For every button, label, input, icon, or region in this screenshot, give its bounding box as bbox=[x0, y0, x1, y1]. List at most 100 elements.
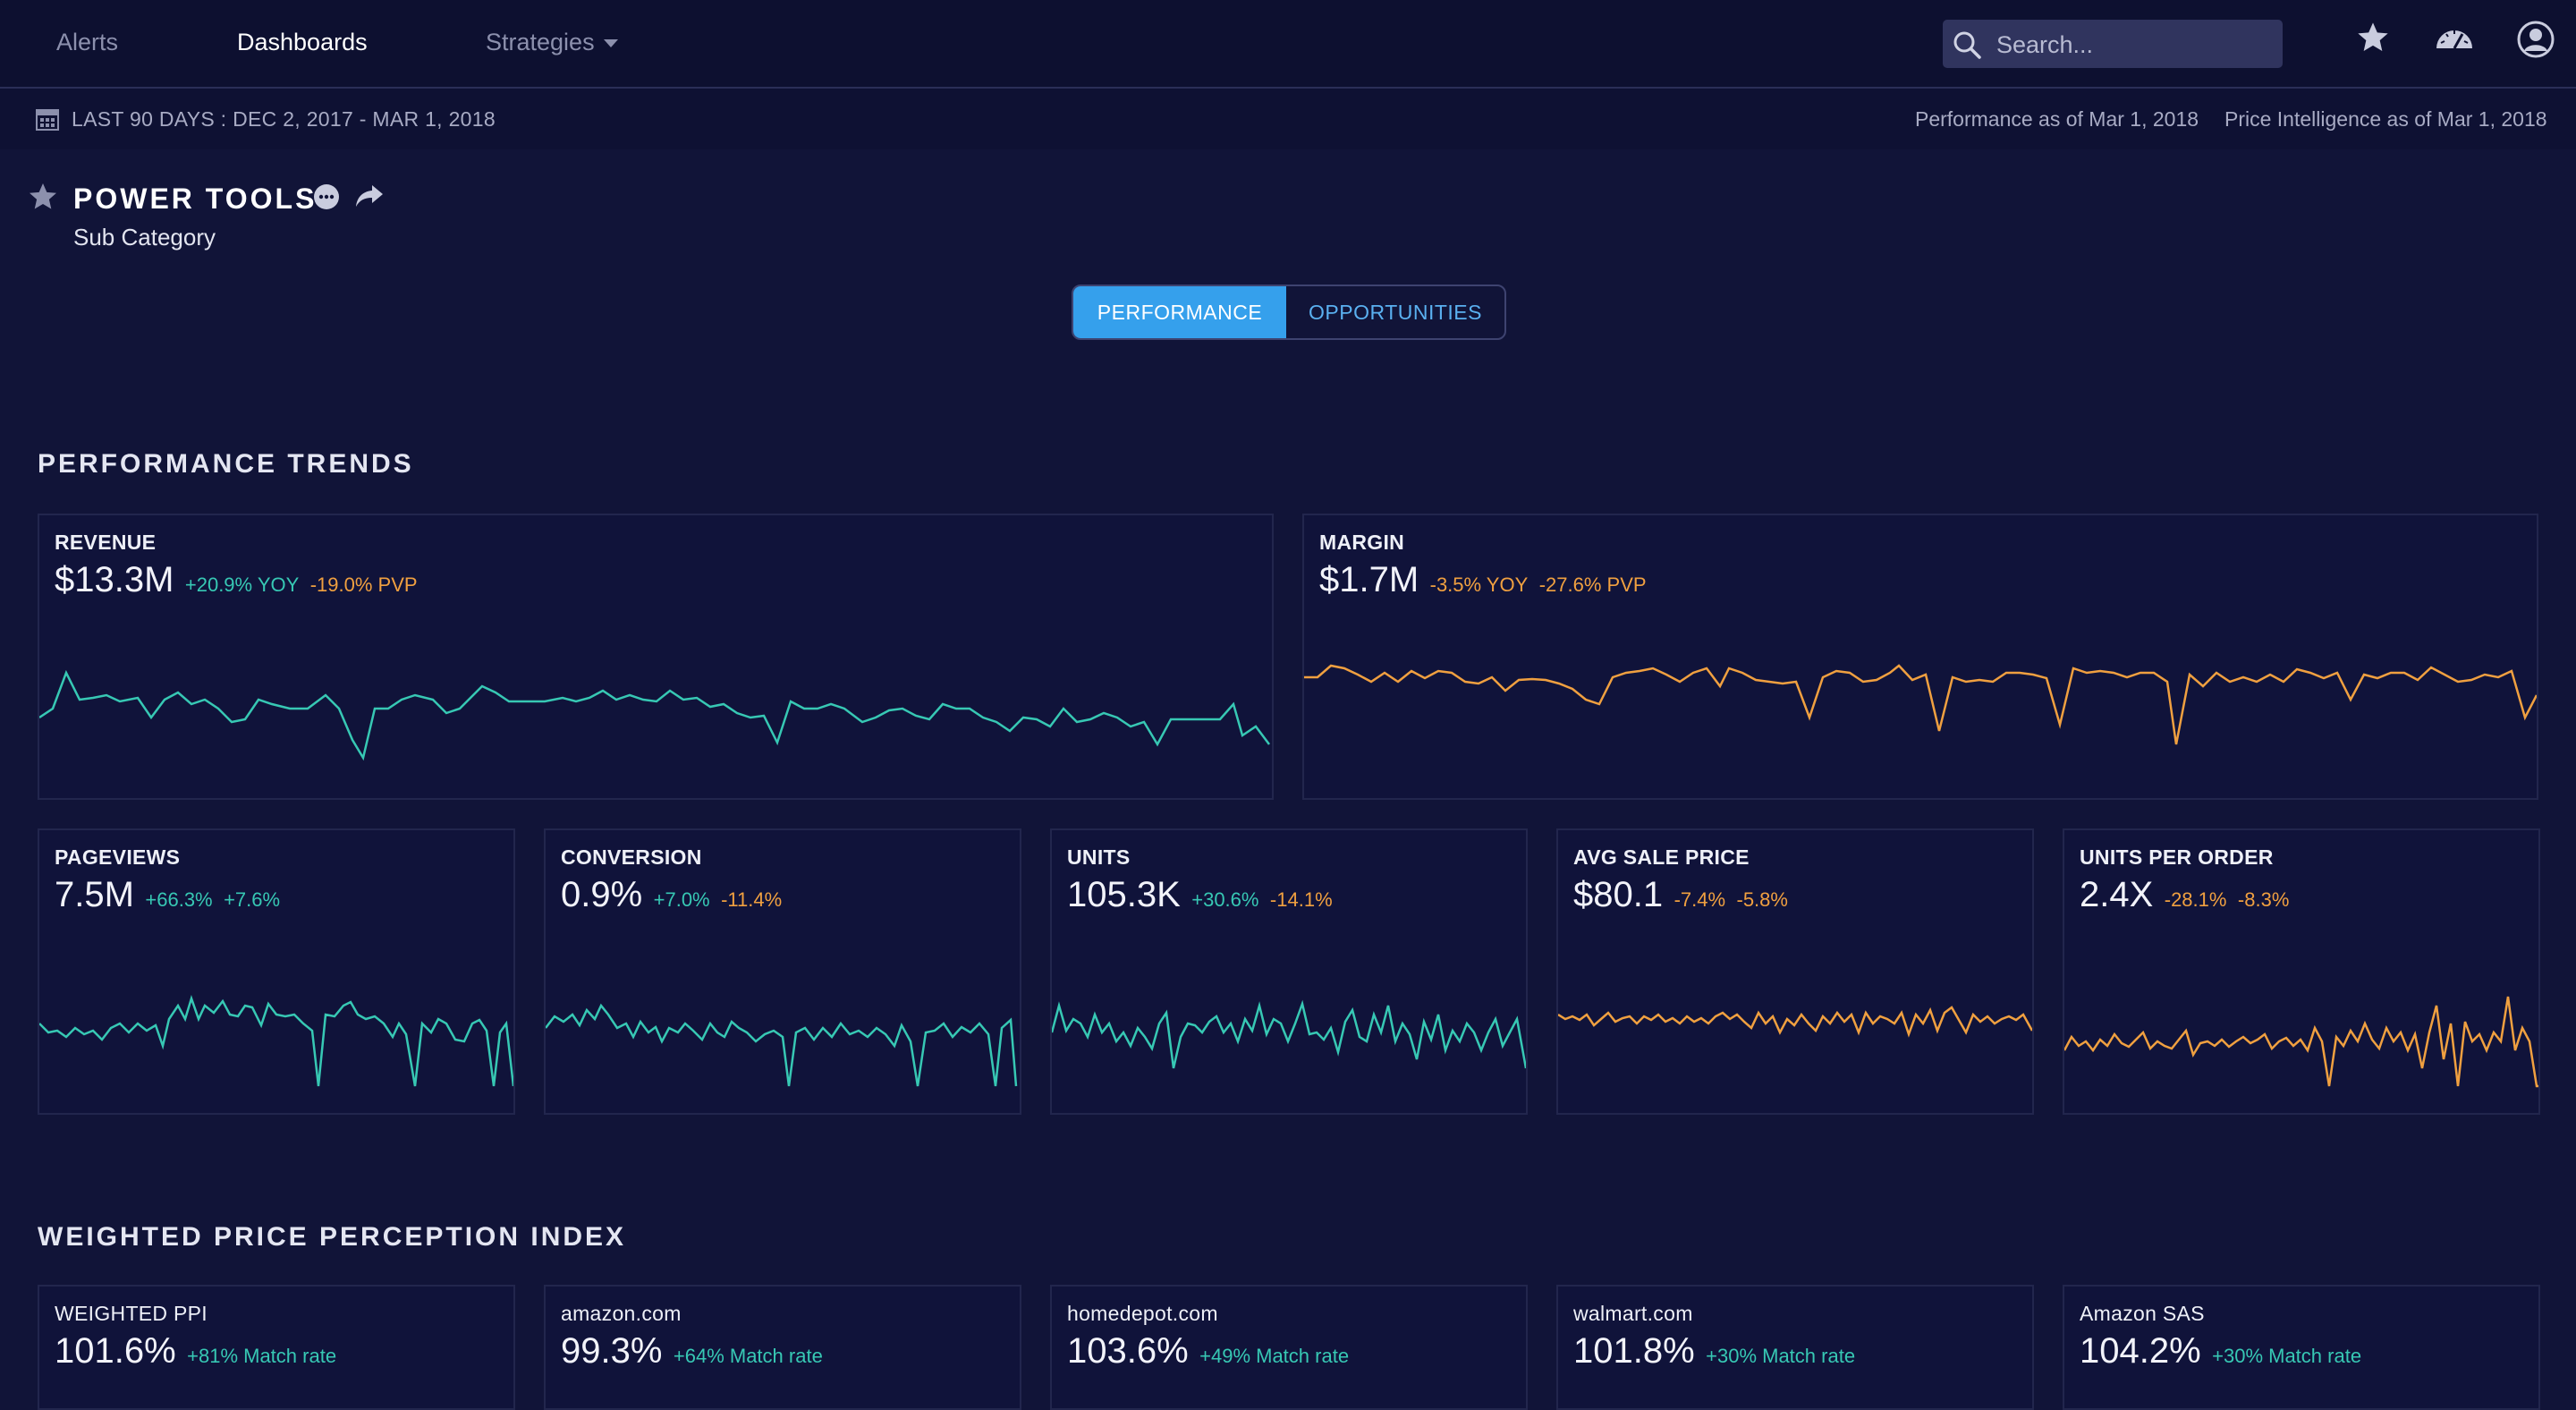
match-rate: +49% Match rate bbox=[1199, 1345, 1350, 1367]
card-value: $1.7M bbox=[1319, 560, 1419, 599]
card-value-row: $1.7M -3.5% YOY -27.6% PVP bbox=[1319, 560, 1647, 600]
conversion-sparkline bbox=[546, 1003, 1018, 1087]
pageviews-sparkline bbox=[39, 994, 513, 1087]
nav-alerts[interactable]: Alerts bbox=[56, 29, 118, 56]
tab-performance[interactable]: PERFORMANCE bbox=[1073, 286, 1286, 338]
card-value-row: $13.3M +20.9% YOY -19.0% PVP bbox=[55, 560, 418, 600]
pvp-delta: -14.1% bbox=[1269, 888, 1333, 911]
yoy-delta: +20.9% YOY bbox=[184, 573, 300, 596]
card-label: AVG SALE PRICE bbox=[1573, 845, 1750, 869]
card-value: 99.3% bbox=[561, 1331, 663, 1371]
card-value-row: 0.9% +7.0% -11.4% bbox=[561, 875, 782, 915]
card-value: 101.8% bbox=[1573, 1331, 1695, 1371]
card-value: $13.3M bbox=[55, 560, 174, 599]
card-label: UNITS PER ORDER bbox=[2080, 845, 2274, 869]
card-value-row: $80.1 -7.4% -5.8% bbox=[1573, 875, 1788, 915]
user-avatar-icon[interactable] bbox=[2516, 20, 2555, 59]
card-revenue[interactable]: REVENUE $13.3M +20.9% YOY -19.0% PVP bbox=[38, 514, 1274, 800]
card-value: $80.1 bbox=[1573, 875, 1664, 914]
yoy-delta: +7.0% bbox=[653, 888, 710, 911]
card-value: 103.6% bbox=[1067, 1331, 1189, 1371]
card-label: walmart.com bbox=[1573, 1302, 1693, 1325]
card-value: 105.3K bbox=[1067, 875, 1181, 914]
units-per-order-sparkline bbox=[2064, 996, 2538, 1088]
card-amazon-sas[interactable]: Amazon SAS 104.2% +30% Match rate bbox=[2063, 1285, 2540, 1410]
match-rate: +30% Match rate bbox=[1706, 1345, 1856, 1367]
pvp-delta: -27.6% PVP bbox=[1538, 573, 1647, 596]
card-margin[interactable]: MARGIN $1.7M -3.5% YOY -27.6% PVP bbox=[1302, 514, 2538, 800]
section-title-performance-trends: PERFORMANCE TRENDS bbox=[38, 449, 414, 479]
card-label: REVENUE bbox=[55, 531, 157, 554]
card-value: 2.4X bbox=[2080, 875, 2154, 914]
search-input[interactable] bbox=[1995, 20, 2267, 70]
yoy-delta: +30.6% bbox=[1191, 888, 1259, 911]
card-value: 0.9% bbox=[561, 875, 643, 914]
card-value-row: 105.3K +30.6% -14.1% bbox=[1067, 875, 1333, 915]
card-units-per-order[interactable]: UNITS PER ORDER 2.4X -28.1% -8.3% bbox=[2063, 828, 2540, 1115]
card-label: UNITS bbox=[1067, 845, 1131, 869]
card-value: 104.2% bbox=[2080, 1331, 2201, 1371]
page-title: POWER TOOLS bbox=[73, 183, 318, 215]
card-label: CONVERSION bbox=[561, 845, 702, 869]
avg-sale-price-sparkline bbox=[1558, 1006, 2032, 1038]
pvp-delta: -8.3% bbox=[2237, 888, 2290, 911]
card-walmart[interactable]: walmart.com 101.8% +30% Match rate bbox=[1556, 1285, 2034, 1410]
page-subtitle: Sub Category bbox=[73, 224, 216, 251]
pvp-delta: +7.6% bbox=[224, 888, 281, 911]
nav-strategies-label: Strategies bbox=[486, 29, 595, 55]
yoy-delta: -28.1% bbox=[2164, 888, 2227, 911]
share-icon[interactable] bbox=[354, 183, 385, 209]
card-value: 101.6% bbox=[55, 1331, 176, 1371]
match-rate: +81% Match rate bbox=[187, 1345, 337, 1367]
performance-asof: Performance as of Mar 1, 2018 bbox=[1915, 107, 2199, 131]
top-nav: Alerts Dashboards Strategies bbox=[0, 0, 2576, 89]
comment-icon[interactable] bbox=[312, 183, 341, 211]
yoy-delta: +66.3% bbox=[145, 888, 213, 911]
card-value-row: 7.5M +66.3% +7.6% bbox=[55, 875, 280, 915]
card-homedepot[interactable]: homedepot.com 103.6% +49% Match rate bbox=[1050, 1285, 1528, 1410]
price-intelligence-asof: Price Intelligence as of Mar 1, 2018 bbox=[2224, 107, 2547, 131]
card-conversion[interactable]: CONVERSION 0.9% +7.0% -11.4% bbox=[544, 828, 1021, 1115]
nav-strategies[interactable]: Strategies bbox=[486, 29, 618, 56]
card-value-row: 2.4X -28.1% -8.3% bbox=[2080, 875, 2289, 915]
card-label: amazon.com bbox=[561, 1302, 682, 1325]
tab-opportunities[interactable]: OPPORTUNITIES bbox=[1286, 286, 1504, 338]
card-avg-sale-price[interactable]: AVG SALE PRICE $80.1 -7.4% -5.8% bbox=[1556, 828, 2034, 1115]
card-pageviews[interactable]: PAGEVIEWS 7.5M +66.3% +7.6% bbox=[38, 828, 515, 1115]
card-value-row: 104.2% +30% Match rate bbox=[2080, 1331, 2361, 1372]
card-value-row: 99.3% +64% Match rate bbox=[561, 1331, 823, 1372]
pvp-delta: -5.8% bbox=[1736, 888, 1788, 911]
match-rate: +30% Match rate bbox=[2212, 1345, 2362, 1367]
yoy-delta: -7.4% bbox=[1674, 888, 1726, 911]
date-bar: LAST 90 DAYS : DEC 2, 2017 - MAR 1, 2018… bbox=[0, 89, 2576, 149]
card-value-row: 103.6% +49% Match rate bbox=[1067, 1331, 1349, 1372]
revenue-sparkline bbox=[39, 669, 1270, 761]
pvp-delta: -19.0% PVP bbox=[309, 573, 418, 596]
nav-dashboards[interactable]: Dashboards bbox=[237, 29, 368, 56]
card-weighted-ppi[interactable]: WEIGHTED PPI 101.6% +81% Match rate bbox=[38, 1285, 515, 1410]
card-label: MARGIN bbox=[1319, 531, 1405, 554]
card-label: PAGEVIEWS bbox=[55, 845, 181, 869]
search-box[interactable] bbox=[1943, 20, 2283, 70]
search-icon bbox=[1953, 31, 1981, 59]
card-label: WEIGHTED PPI bbox=[55, 1302, 208, 1325]
favorite-star-icon[interactable] bbox=[27, 181, 59, 213]
card-value: 7.5M bbox=[55, 875, 134, 914]
card-value-row: 101.8% +30% Match rate bbox=[1573, 1331, 1855, 1372]
card-amazon[interactable]: amazon.com 99.3% +64% Match rate bbox=[544, 1285, 1021, 1410]
card-label: Amazon SAS bbox=[2080, 1302, 2205, 1325]
match-rate: +64% Match rate bbox=[673, 1345, 823, 1367]
section-title-wppi: WEIGHTED PRICE PERCEPTION INDEX bbox=[38, 1222, 627, 1252]
card-value-row: 101.6% +81% Match rate bbox=[55, 1331, 336, 1372]
calendar-icon[interactable] bbox=[35, 106, 60, 132]
card-label: homedepot.com bbox=[1067, 1302, 1218, 1325]
card-units[interactable]: UNITS 105.3K +30.6% -14.1% bbox=[1050, 828, 1528, 1115]
pvp-delta: -11.4% bbox=[721, 888, 783, 911]
date-range-selector[interactable]: LAST 90 DAYS : DEC 2, 2017 - MAR 1, 2018 bbox=[72, 107, 496, 132]
view-toggle: PERFORMANCE OPPORTUNITIES bbox=[1072, 285, 1506, 340]
favorites-star-icon[interactable] bbox=[2355, 20, 2391, 55]
units-sparkline bbox=[1052, 999, 1526, 1069]
dashboard-gauge-icon[interactable] bbox=[2434, 23, 2475, 54]
chevron-down-icon bbox=[603, 39, 618, 48]
yoy-delta: -3.5% YOY bbox=[1429, 573, 1529, 596]
